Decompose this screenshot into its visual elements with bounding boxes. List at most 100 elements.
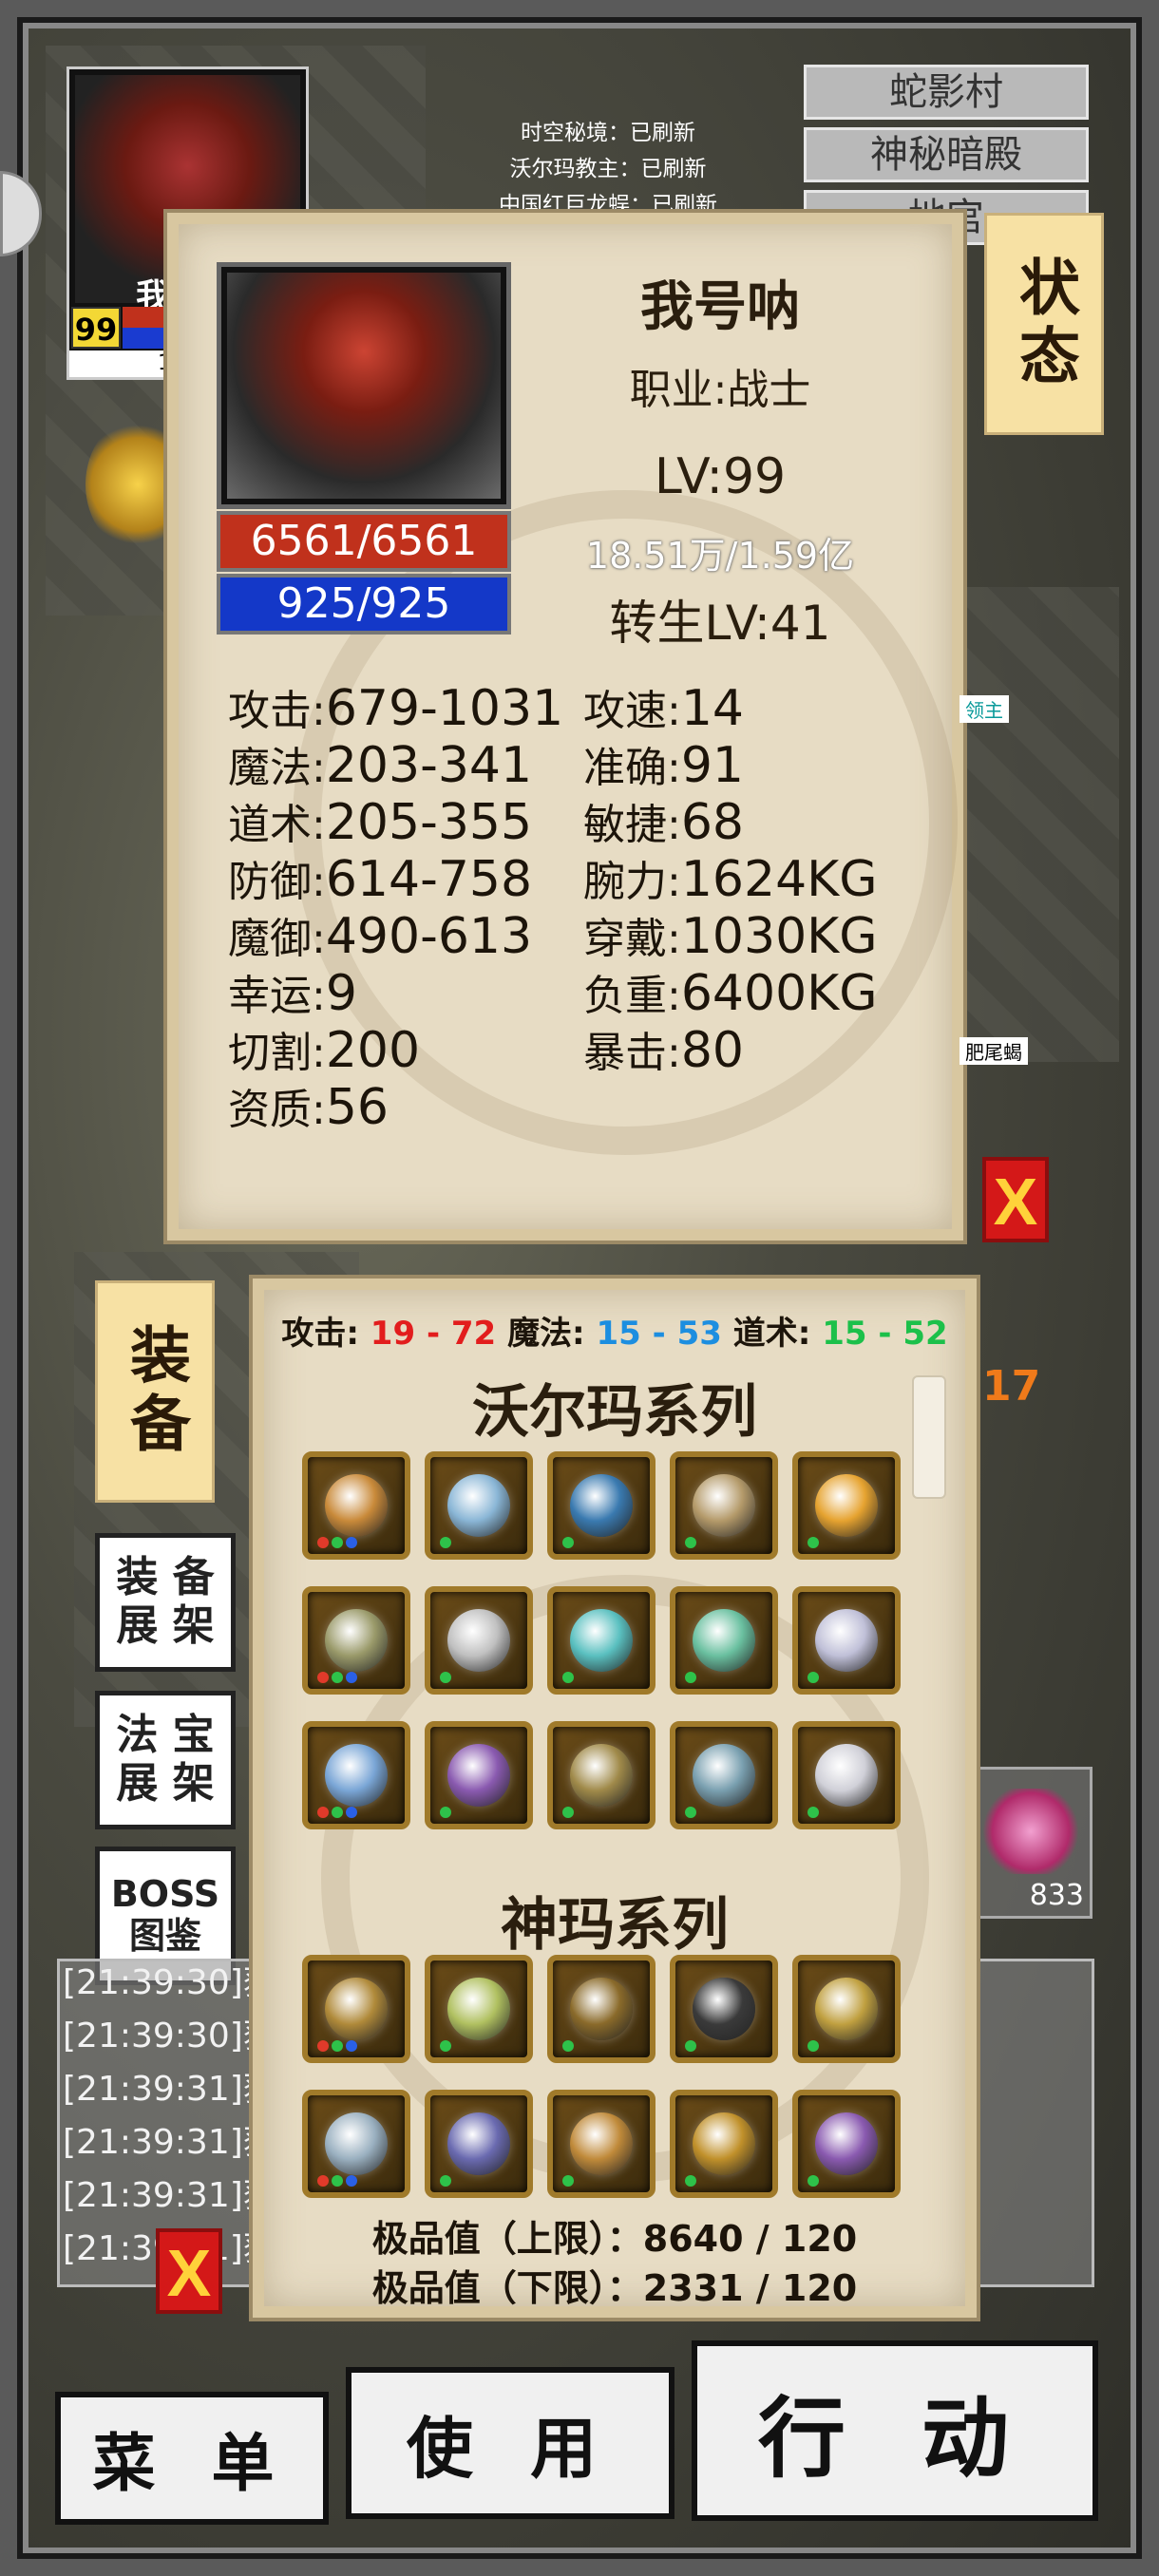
- equipment-slot[interactable]: [792, 1955, 901, 2063]
- log-line: [21:39:30]获: [63, 1963, 253, 2002]
- item-slot[interactable]: 833: [969, 1767, 1092, 1919]
- tab-status[interactable]: 状态: [984, 213, 1104, 435]
- character-level: LV:99: [540, 448, 901, 505]
- attribute-dot: [685, 1537, 696, 1548]
- stat-cut: 切割:200: [228, 1022, 421, 1079]
- attribute-dot: [346, 1807, 357, 1818]
- attribute-dot: [685, 1672, 696, 1683]
- equipment-slot[interactable]: [792, 2090, 901, 2198]
- attribute-dot: [685, 2175, 696, 2187]
- stat-attack: 攻击:679-1031: [228, 680, 564, 737]
- attribute-dots: [685, 1672, 696, 1683]
- equipment-slot[interactable]: [302, 2090, 410, 2198]
- action-button[interactable]: 行 动: [692, 2340, 1098, 2521]
- stat-magic-defense: 魔御:490-613: [228, 908, 533, 965]
- attribute-dots: [317, 1807, 357, 1818]
- equipment-item-icon: [815, 2112, 878, 2175]
- equipment-item-icon: [570, 1474, 633, 1537]
- attribute-dot: [440, 1807, 451, 1818]
- attribute-dot: [317, 2040, 329, 2052]
- equipment-item-icon: [325, 2112, 388, 2175]
- attribute-dots: [685, 2040, 696, 2052]
- equipment-slot[interactable]: [302, 1586, 410, 1695]
- attribute-dot: [685, 2040, 696, 2052]
- attribute-dot: [317, 1672, 329, 1683]
- stat-strength: 腕力:1624KG: [583, 851, 878, 908]
- equipment-item-icon: [815, 1744, 878, 1807]
- equipment-slot[interactable]: [670, 1586, 778, 1695]
- equip-shelf-button[interactable]: 装 备 展 架: [95, 1533, 236, 1672]
- equipment-item-icon: [693, 1978, 755, 2040]
- equipment-item-icon: [447, 1474, 510, 1537]
- equipment-slot[interactable]: [670, 1955, 778, 2063]
- character-name: 我号呐: [640, 276, 800, 338]
- equipment-item-icon: [447, 2112, 510, 2175]
- close-equipment-icon[interactable]: X: [156, 2228, 222, 2314]
- equipment-slot[interactable]: [670, 1451, 778, 1560]
- level-value: 99: [722, 448, 787, 505]
- mp-value: 925/925: [217, 574, 511, 635]
- attribute-dots: [440, 2175, 451, 2187]
- equipment-slot[interactable]: [547, 2090, 656, 2198]
- equipment-slot[interactable]: [302, 1955, 410, 2063]
- rebirth-label: 转生LV:: [609, 596, 770, 651]
- equipment-slot[interactable]: [547, 1451, 656, 1560]
- equipment-slot[interactable]: [425, 2090, 533, 2198]
- equipment-slot[interactable]: [425, 1451, 533, 1560]
- location-button[interactable]: 蛇影村: [804, 65, 1089, 120]
- attribute-dot: [685, 1807, 696, 1818]
- close-status-icon[interactable]: X: [982, 1157, 1049, 1242]
- equipment-item-icon: [570, 1744, 633, 1807]
- equipment-slot[interactable]: [302, 1451, 410, 1560]
- attribute-dot: [317, 1537, 329, 1548]
- series-title: 沃尔玛系列: [472, 1379, 757, 1446]
- stat-wear: 穿戴:1030KG: [583, 908, 878, 965]
- equipment-slot[interactable]: [425, 1586, 533, 1695]
- treasure-shelf-button[interactable]: 法 宝 展 架: [95, 1691, 236, 1829]
- equipment-slot[interactable]: [670, 2090, 778, 2198]
- attribute-dot: [440, 2040, 451, 2052]
- use-button[interactable]: 使 用: [346, 2367, 674, 2519]
- equipment-slot[interactable]: [425, 1955, 533, 2063]
- player-level-badge: 99: [71, 307, 121, 349]
- equipment-slot[interactable]: [302, 1721, 410, 1829]
- equipment-slot[interactable]: [425, 1721, 533, 1829]
- equipment-slot[interactable]: [547, 1586, 656, 1695]
- log-line: [21:39:31]获: [63, 2176, 253, 2215]
- attribute-dots: [808, 1537, 819, 1548]
- tab-equipment[interactable]: 装备: [95, 1280, 215, 1503]
- equipment-slot[interactable]: [792, 1586, 901, 1695]
- attribute-dot: [808, 2040, 819, 2052]
- attribute-dots: [685, 1537, 696, 1548]
- equipment-slot[interactable]: [792, 1451, 901, 1560]
- equipment-slot[interactable]: [792, 1721, 901, 1829]
- menu-button[interactable]: 菜 单: [55, 2392, 329, 2525]
- attribute-dots: [440, 1807, 451, 1818]
- attribute-dots: [317, 2040, 357, 2052]
- attribute-dots: [808, 2175, 819, 2187]
- stat-critical: 暴击:80: [583, 1022, 744, 1079]
- attribute-dot: [346, 1537, 357, 1548]
- location-button[interactable]: 神秘暗殿: [804, 127, 1089, 182]
- scroll-item-icon: [983, 1789, 1078, 1874]
- equipment-item-icon: [815, 1609, 878, 1672]
- attribute-dot: [562, 1537, 574, 1548]
- equipment-item-icon: [325, 1474, 388, 1537]
- equipment-item-icon: [570, 1609, 633, 1672]
- equipment-slot[interactable]: [547, 1955, 656, 2063]
- attribute-dots: [317, 1672, 357, 1683]
- attribute-dots: [317, 1537, 357, 1548]
- stat-defense: 防御:614-758: [228, 851, 533, 908]
- equipment-slot[interactable]: [670, 1721, 778, 1829]
- rebirth-level: 转生LV:41: [540, 585, 901, 653]
- equipment-item-icon: [693, 1609, 755, 1672]
- status-panel: 6561/6561 925/925 我号呐 职业:战士 LV:99 18.51万…: [167, 213, 963, 1241]
- attribute-dots: [440, 2040, 451, 2052]
- equipment-slot[interactable]: [547, 1721, 656, 1829]
- attribute-dot: [808, 1537, 819, 1548]
- attribute-dot: [317, 1807, 329, 1818]
- stat-load: 负重:6400KG: [583, 965, 878, 1022]
- character-job: 职业:战士: [629, 366, 811, 414]
- equipment-item-icon: [325, 1744, 388, 1807]
- equipment-item-icon: [447, 1978, 510, 2040]
